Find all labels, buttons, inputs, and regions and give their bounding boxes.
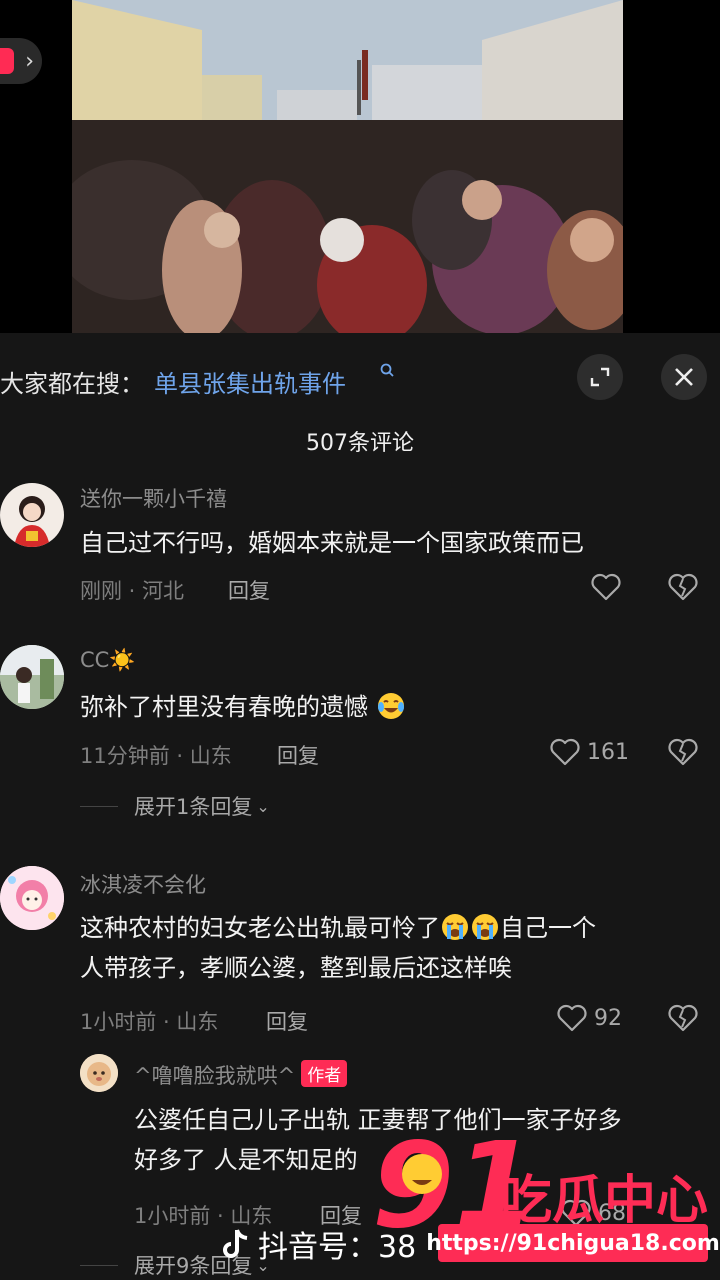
avatar[interactable] <box>0 483 64 547</box>
dislike-button[interactable] <box>667 572 699 606</box>
hot-search-term-link[interactable]: 单县张集出轨事件 <box>154 364 346 399</box>
comment-meta: 11分钟前 · 山东 <box>80 744 232 768</box>
comment-item: 送你一颗小千禧 自己过不行吗，婚姻本来就是一个国家政策而已 刚刚 · 河北 回复 <box>0 480 720 620</box>
tiktok-icon <box>223 1229 248 1258</box>
like-button[interactable]: 161 <box>549 737 629 767</box>
chevron-down-icon: ⌄ <box>256 796 270 816</box>
expand-replies-button[interactable]: 展开1条回复 ⌄ <box>80 791 270 821</box>
douyin-id-label: 抖音号：38 <box>258 1230 417 1265</box>
like-count: 92 <box>594 1005 622 1031</box>
comment-text-line1-tail: 自己一个 <box>500 914 596 942</box>
side-expand-tab[interactable]: › <box>0 38 42 84</box>
reply-text-line2: 好多了 人是不知足的 <box>134 1146 358 1174</box>
loudly-crying-emoji-icon <box>472 914 498 940</box>
comment-text: 自己过不行吗，婚姻本来就是一个国家政策而已 <box>80 529 584 557</box>
comment-item: CC☀️ 弥补了村里没有春晚的遗憾 11分钟前 · 山东 回复 161 展开1条… <box>0 645 720 825</box>
comment-meta: 刚刚 · 河北 <box>80 579 185 603</box>
reply-username-text: ^噜噜脸我就哄^ <box>134 1064 296 1088</box>
comment-text-content: 弥补了村里没有春晚的遗憾 <box>80 693 368 721</box>
comment-text: 弥补了村里没有春晚的遗憾 <box>80 687 406 727</box>
expand-replies-label: 展开1条回复 <box>134 795 253 819</box>
like-count: 161 <box>587 739 629 765</box>
heart-icon <box>591 573 621 601</box>
douyin-id-watermark: 抖音号：38 <box>222 1222 416 1266</box>
red-indicator <box>0 48 14 74</box>
dislike-button[interactable] <box>667 737 699 771</box>
expand-icon <box>590 367 610 387</box>
comment-count-title: 507条评论 <box>306 431 414 456</box>
broken-heart-icon <box>668 738 698 766</box>
chevron-right-icon: › <box>25 48 34 74</box>
fullscreen-button[interactable] <box>577 354 623 400</box>
avatar[interactable] <box>0 866 64 930</box>
comment-username[interactable]: 冰淇凌不会化 <box>80 869 206 899</box>
search-icon <box>380 362 394 381</box>
divider <box>80 805 118 807</box>
comment-text-line2: 人带孩子，孝顺公婆，整到最后还这样唉 <box>80 954 512 982</box>
crowd-scene-image <box>72 0 623 333</box>
comment-text: 这种农村的妇女老公出轨最可怜了 自己一个 人带孩子，孝顺公婆，整到最后还这样唉 <box>80 908 705 988</box>
comment-item: 冰淇凌不会化 这种农村的妇女老公出轨最可怜了 自己一个 人带孩子，孝顺公婆，整到最… <box>0 866 720 1046</box>
reply-button[interactable]: 回复 <box>228 575 270 605</box>
avatar[interactable] <box>0 645 64 709</box>
close-button[interactable] <box>661 354 707 400</box>
heart-icon <box>550 738 580 766</box>
hot-search-label: 大家都在搜： <box>0 370 144 398</box>
reply-username[interactable]: ^噜噜脸我就哄^ 作者 <box>134 1060 348 1090</box>
watermark-url: https://91chigua18.com <box>426 1224 720 1262</box>
broken-heart-icon <box>668 573 698 601</box>
close-icon <box>675 368 693 386</box>
divider <box>80 1264 118 1266</box>
laughing-crying-emoji-icon <box>377 693 404 719</box>
broken-heart-icon <box>668 1004 698 1032</box>
loudly-crying-emoji-icon <box>442 914 468 940</box>
comment-username[interactable]: 送你一颗小千禧 <box>80 483 227 513</box>
like-button[interactable]: 92 <box>556 1003 622 1033</box>
dislike-button[interactable] <box>667 1003 699 1037</box>
author-badge: 作者 <box>301 1060 348 1087</box>
reply-button[interactable]: 回复 <box>277 740 319 770</box>
video-frame <box>72 0 623 333</box>
hot-search-bar[interactable]: 大家都在搜： 单县张集出轨事件 <box>0 352 720 408</box>
avatar[interactable] <box>80 1054 118 1092</box>
comment-username[interactable]: CC☀️ <box>80 648 135 673</box>
video-player[interactable]: › <box>0 0 720 333</box>
comment-meta: 1小时前 · 山东 <box>80 1010 219 1034</box>
watermark-brand: 吃瓜中心 <box>500 1171 708 1231</box>
comment-text-line1: 这种农村的妇女老公出轨最可怜了 <box>80 914 440 942</box>
heart-icon <box>557 1004 587 1032</box>
like-button[interactable] <box>590 572 622 602</box>
reply-button[interactable]: 回复 <box>266 1006 308 1036</box>
